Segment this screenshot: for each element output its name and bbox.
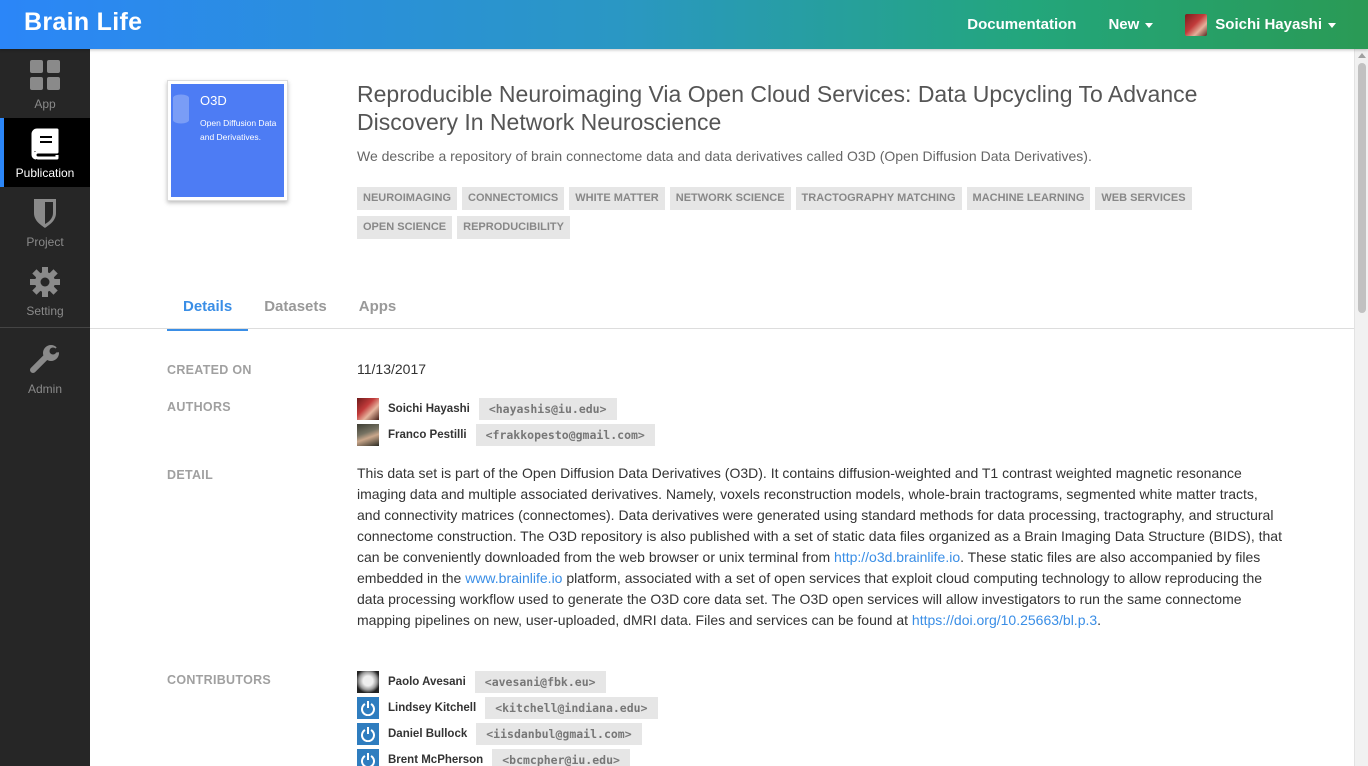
sidebar-item-label: Setting xyxy=(26,304,64,318)
o3d-link[interactable]: http://o3d.brainlife.io xyxy=(834,549,960,565)
authors-label: AUTHORS xyxy=(167,400,231,414)
contributor-email[interactable]: <bcmcpher@iu.edu> xyxy=(492,749,630,766)
author-email[interactable]: <hayashis@iu.edu> xyxy=(478,398,617,420)
avatar xyxy=(357,749,379,766)
documentation-link[interactable]: Documentation xyxy=(967,16,1076,33)
contributors-label: CONTRIBUTORS xyxy=(167,673,272,687)
scrollbar[interactable] xyxy=(1354,49,1368,766)
brand-logo[interactable]: Brain Life xyxy=(24,8,142,37)
tab-bar: Details Datasets Apps xyxy=(167,288,412,331)
sidebar-item-label: App xyxy=(34,97,56,111)
sidebar: App Publication Project Setting Admin xyxy=(0,49,90,766)
tag-badge: REPRODUCIBILITY xyxy=(457,216,570,239)
sidebar-item-publication[interactable]: Publication xyxy=(0,118,90,187)
scrollbar-thumb[interactable] xyxy=(1358,63,1366,313)
caret-down-icon xyxy=(1328,23,1336,28)
contributor-email[interactable]: <iisdanbul@gmail.com> xyxy=(476,723,642,745)
created-on-value: 11/13/2017 xyxy=(357,361,427,377)
contributor-row: Daniel Bullock <iisdanbul@gmail.com> xyxy=(357,723,642,745)
tag-badge: OPEN SCIENCE xyxy=(357,216,453,239)
avatar xyxy=(357,723,379,745)
avatar xyxy=(357,424,379,446)
doi-link[interactable]: https://doi.org/10.25663/bl.p.3 xyxy=(912,612,1097,628)
gear-icon xyxy=(30,267,60,297)
detail-label: DETAIL xyxy=(167,468,214,482)
sidebar-item-admin[interactable]: Admin xyxy=(0,334,90,403)
tag-badge: TRACTOGRAPHY MATCHING xyxy=(795,187,962,210)
avatar xyxy=(357,398,379,420)
scroll-up-icon[interactable] xyxy=(1358,53,1366,58)
user-menu[interactable]: Soichi Hayashi xyxy=(1185,13,1336,36)
detail-text: This data set is part of the Open Diffus… xyxy=(357,463,1282,631)
tab-divider xyxy=(90,328,1354,329)
publication-thumbnail: O3D Open Diffusion Data and Derivatives. xyxy=(167,80,288,201)
tab-apps[interactable]: Apps xyxy=(343,288,413,331)
contributor-email[interactable]: <avesani@fbk.eu> xyxy=(474,671,606,693)
avatar xyxy=(357,671,379,693)
sidebar-item-label: Publication xyxy=(15,166,75,180)
sidebar-item-project[interactable]: Project xyxy=(0,187,90,256)
contributor-row: Paolo Avesani <avesani@fbk.eu> xyxy=(357,671,606,693)
tag-badge: NEUROIMAGING xyxy=(357,187,457,210)
book-icon xyxy=(31,128,59,160)
thumbnail-desc: Open Diffusion Data and Derivatives. xyxy=(200,118,277,142)
power-icon xyxy=(361,753,375,766)
power-icon xyxy=(361,727,375,742)
new-label: New xyxy=(1108,16,1140,33)
created-on-label: CREATED ON xyxy=(167,363,252,377)
brainlife-link[interactable]: www.brainlife.io xyxy=(465,570,562,586)
tag-badge: WEB SERVICES xyxy=(1095,187,1192,210)
power-icon xyxy=(361,701,375,716)
thumbnail-card: O3D Open Diffusion Data and Derivatives. xyxy=(171,84,284,197)
page-title: Reproducible Neuroimaging Via Open Cloud… xyxy=(357,81,1198,135)
shield-icon xyxy=(34,199,56,228)
tag-list: NEUROIMAGING CONNECTOMICS WHITE MATTER N… xyxy=(357,187,1217,245)
author-row: Soichi Hayashi <hayashis@iu.edu> xyxy=(357,398,617,420)
tag-badge: NETWORK SCIENCE xyxy=(669,187,791,210)
contributor-name: Lindsey Kitchell xyxy=(388,702,477,714)
sidebar-divider xyxy=(0,327,90,328)
contributor-name: Brent McPherson xyxy=(388,754,484,766)
tag-badge: MACHINE LEARNING xyxy=(966,187,1091,210)
user-name: Soichi Hayashi xyxy=(1215,16,1322,33)
top-navbar: Brain Life Documentation New Soichi Haya… xyxy=(0,0,1368,49)
database-icon xyxy=(173,94,189,124)
contributor-row: Lindsey Kitchell <kitchell@indiana.edu> xyxy=(357,697,658,719)
avatar xyxy=(357,697,379,719)
contributor-name: Paolo Avesani xyxy=(388,676,466,688)
contributor-email[interactable]: <kitchell@indiana.edu> xyxy=(485,697,658,719)
sidebar-item-setting[interactable]: Setting xyxy=(0,256,90,325)
contributor-row: Brent McPherson <bcmcpher@iu.edu> xyxy=(357,749,630,766)
top-nav: Documentation New Soichi Hayashi xyxy=(967,0,1368,49)
sidebar-item-app[interactable]: App xyxy=(0,49,90,118)
tab-details[interactable]: Details xyxy=(167,288,249,331)
sidebar-item-label: Project xyxy=(26,235,64,249)
grid-icon xyxy=(30,60,60,90)
author-email[interactable]: <frakkopesto@gmail.com> xyxy=(475,424,655,446)
contributor-name: Daniel Bullock xyxy=(388,728,468,740)
author-name: Soichi Hayashi xyxy=(388,403,470,415)
tab-datasets[interactable]: Datasets xyxy=(248,288,343,331)
publication-description: We describe a repository of brain connec… xyxy=(357,148,1092,164)
author-row: Franco Pestilli <frakkopesto@gmail.com> xyxy=(357,424,655,446)
wrench-icon xyxy=(30,345,61,373)
detail-text-part: . xyxy=(1097,612,1102,628)
new-menu[interactable]: New xyxy=(1108,16,1154,33)
thumbnail-title: O3D xyxy=(200,93,227,108)
documentation-label: Documentation xyxy=(967,16,1077,33)
tag-badge: CONNECTOMICS xyxy=(462,187,565,210)
avatar xyxy=(1185,13,1208,36)
author-name: Franco Pestilli xyxy=(388,429,467,441)
sidebar-item-label: Admin xyxy=(27,382,62,396)
caret-down-icon xyxy=(1145,23,1154,28)
tag-badge: WHITE MATTER xyxy=(569,187,665,210)
